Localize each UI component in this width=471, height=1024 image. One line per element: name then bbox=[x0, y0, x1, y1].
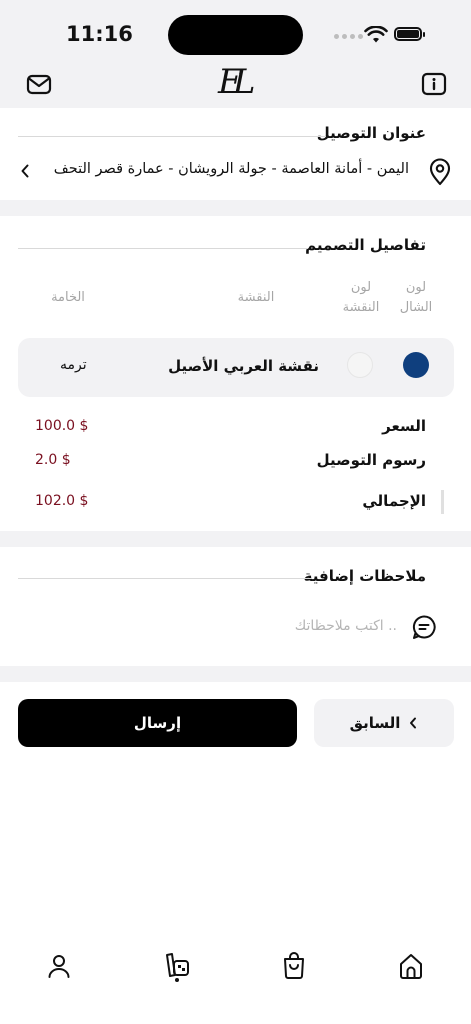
chevron-left-icon[interactable] bbox=[18, 162, 32, 180]
mail-icon[interactable] bbox=[25, 70, 53, 98]
section-separator bbox=[0, 531, 471, 547]
divider bbox=[18, 248, 308, 249]
design-icon[interactable] bbox=[163, 951, 191, 981]
delivery-fee-value: 2.0 $ bbox=[35, 452, 71, 468]
design-title: تفاصيل التصميم bbox=[305, 236, 426, 254]
column-shawl-color: لون الشال bbox=[399, 280, 433, 315]
profile-icon[interactable] bbox=[45, 951, 73, 981]
location-pin-icon bbox=[429, 158, 451, 186]
delivery-address[interactable]: اليمن - أمانة العاصمة - جولة الرويشان - … bbox=[54, 161, 409, 177]
total-value: 102.0 $ bbox=[35, 493, 89, 509]
battery-icon bbox=[394, 27, 425, 41]
notes-input[interactable]: اكتب ملاحظاتك .. bbox=[295, 618, 397, 634]
price-value: 100.0 $ bbox=[35, 418, 89, 434]
pattern-color-swatch bbox=[347, 352, 373, 378]
previous-button[interactable]: السابق bbox=[314, 699, 454, 747]
column-material: الخامة bbox=[51, 290, 85, 305]
active-tab-indicator bbox=[175, 978, 179, 982]
info-icon[interactable] bbox=[420, 70, 448, 98]
previous-label: السابق bbox=[349, 714, 401, 732]
divider bbox=[18, 578, 312, 579]
delivery-fee-label: رسوم التوصيل bbox=[316, 451, 426, 469]
column-pattern: النقشة bbox=[237, 290, 275, 305]
home-icon[interactable] bbox=[397, 951, 425, 981]
divider bbox=[18, 136, 326, 137]
brand-logo: EL bbox=[218, 62, 256, 102]
total-label: الإجمالي bbox=[362, 492, 426, 510]
cart-icon[interactable] bbox=[280, 951, 308, 981]
delivery-title: عنوان التوصيل bbox=[316, 124, 426, 142]
wifi-icon bbox=[364, 26, 388, 43]
price-label: السعر bbox=[382, 417, 426, 435]
chevron-left-icon bbox=[410, 717, 417, 729]
dynamic-island bbox=[168, 15, 303, 55]
design-material: ترمه bbox=[60, 357, 87, 373]
design-pattern-name: نقشة العربي الأصيل bbox=[168, 357, 319, 375]
send-button[interactable]: إرسال bbox=[18, 699, 297, 747]
send-label: إرسال bbox=[133, 714, 182, 732]
section-separator bbox=[0, 666, 471, 682]
shawl-color-swatch bbox=[403, 352, 429, 378]
comment-icon bbox=[412, 615, 436, 639]
status-time: 11:16 bbox=[66, 22, 133, 46]
section-separator bbox=[0, 200, 471, 216]
signal-icon bbox=[334, 34, 363, 39]
notes-title: ملاحظات إضافية bbox=[303, 567, 426, 585]
total-indicator bbox=[441, 490, 444, 514]
column-pattern-color: لون النقشة bbox=[342, 280, 380, 315]
